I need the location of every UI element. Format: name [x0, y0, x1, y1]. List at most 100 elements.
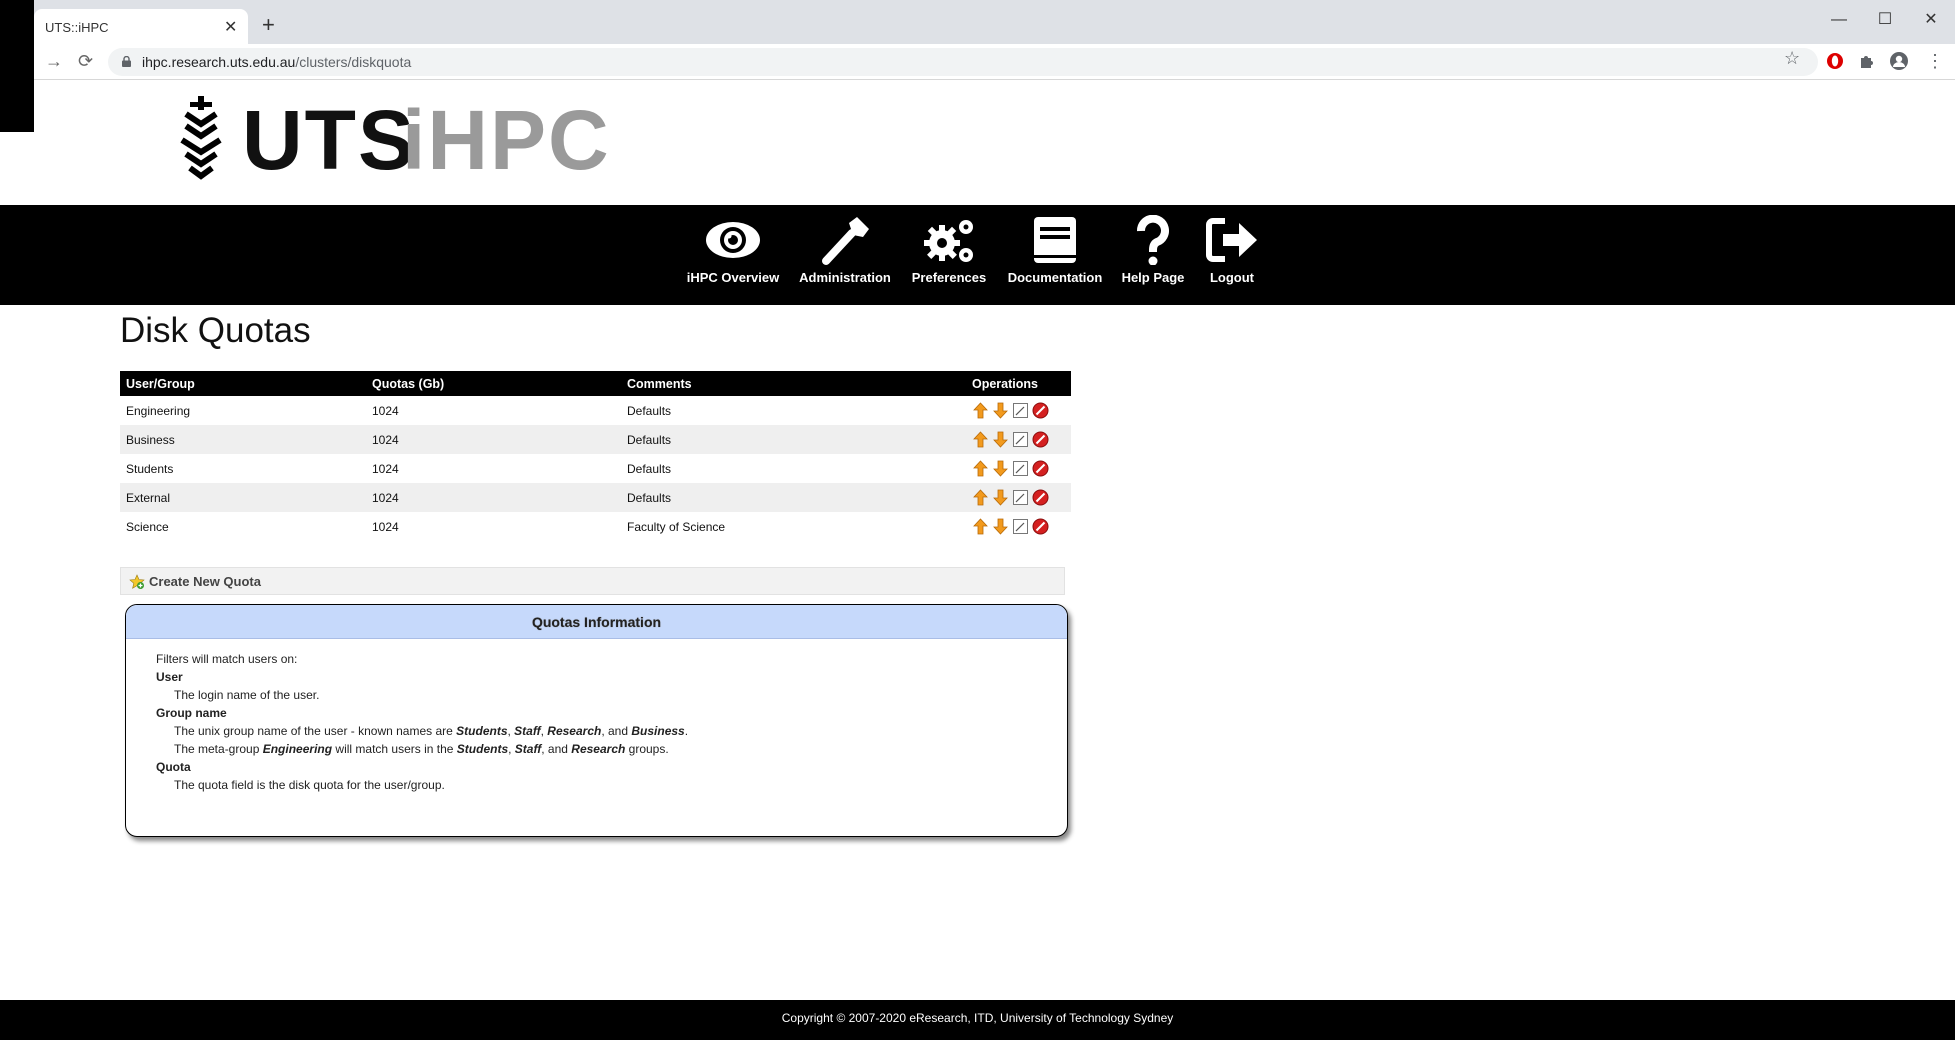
- table-row: Business 1024 Defaults: [120, 425, 1071, 454]
- black-overlay-corner: [0, 0, 34, 132]
- reload-icon[interactable]: ⟳: [78, 50, 93, 72]
- nav-ihpc-overview[interactable]: iHPC Overview: [685, 215, 781, 285]
- move-up-icon[interactable]: [972, 518, 989, 535]
- info-def-quota: The quota field is the disk quota for th…: [174, 778, 445, 792]
- logo-uts-text: UTS: [242, 93, 416, 187]
- delete-icon[interactable]: [1032, 518, 1049, 535]
- table-header-row: User/Group Quotas (Gb) Comments Operatio…: [120, 371, 1071, 396]
- cell-operations: [966, 454, 1071, 483]
- info-panel-title: Quotas Information: [126, 605, 1067, 639]
- bookmark-star-icon[interactable]: ☆: [1784, 48, 1800, 69]
- wrench-icon: [822, 217, 869, 265]
- profile-icon[interactable]: [1889, 51, 1909, 71]
- move-up-icon[interactable]: [972, 460, 989, 477]
- nav-label: Help Page: [1121, 270, 1185, 285]
- cell-operations: [966, 512, 1071, 541]
- move-down-icon[interactable]: [992, 518, 1009, 535]
- nav-label: Logout: [1209, 270, 1255, 285]
- lock-icon: [122, 56, 131, 67]
- cell-comment: Defaults: [621, 425, 966, 454]
- move-up-icon[interactable]: [972, 489, 989, 506]
- cell-operations: [966, 425, 1071, 454]
- edit-icon[interactable]: [1012, 518, 1029, 535]
- table-row: Students 1024 Defaults: [120, 454, 1071, 483]
- cell-quota: 1024: [372, 403, 399, 418]
- minimize-icon[interactable]: —: [1816, 6, 1862, 34]
- new-tab-icon[interactable]: +: [262, 13, 275, 37]
- window-close-icon[interactable]: ✕: [1908, 6, 1954, 34]
- table-row: External 1024 Defaults: [120, 483, 1071, 512]
- nav-documentation[interactable]: Documentation: [1005, 215, 1105, 285]
- edit-icon[interactable]: [1012, 402, 1029, 419]
- extensions-puzzle-icon[interactable]: [1857, 51, 1877, 71]
- move-down-icon[interactable]: [992, 460, 1009, 477]
- nav-logout[interactable]: Logout: [1199, 215, 1265, 285]
- tab-title: UTS::iHPC: [45, 20, 109, 35]
- column-header: User/Group: [120, 371, 366, 396]
- footer: Copyright © 2007-2020 eResearch, ITD, Un…: [0, 1000, 1955, 1040]
- move-down-icon[interactable]: [992, 402, 1009, 419]
- move-down-icon[interactable]: [992, 489, 1009, 506]
- info-panel-body: Filters will match users on: User The lo…: [126, 639, 1067, 794]
- delete-icon[interactable]: [1032, 489, 1049, 506]
- info-term-quota: Quota: [156, 760, 191, 774]
- cell-user-group: Business: [120, 425, 366, 454]
- edit-icon[interactable]: [1012, 431, 1029, 448]
- nav-help-page[interactable]: Help Page: [1117, 215, 1189, 285]
- info-def-group-2: The meta-group Engineering will match us…: [174, 742, 669, 756]
- table-row: Science 1024 Faculty of Science: [120, 512, 1071, 541]
- delete-icon[interactable]: [1032, 460, 1049, 477]
- cell-user-group: Students: [126, 461, 174, 476]
- nav-label: Preferences: [911, 270, 987, 285]
- create-new-quota-link[interactable]: Create New Quota: [149, 574, 261, 589]
- cell-comment: Defaults: [627, 461, 672, 476]
- cell-user-group: External: [120, 483, 366, 512]
- maximize-icon[interactable]: ☐: [1862, 6, 1908, 34]
- close-tab-icon[interactable]: ✕: [224, 18, 237, 38]
- nav-preferences[interactable]: Preferences: [904, 215, 994, 285]
- move-up-icon[interactable]: [972, 431, 989, 448]
- cell-quota: 1024: [366, 425, 621, 454]
- move-down-icon[interactable]: [992, 431, 1009, 448]
- info-term-user: User: [156, 670, 183, 684]
- forward-icon[interactable]: →: [45, 50, 63, 72]
- table-row: Engineering 1024 Defaults: [120, 396, 1071, 425]
- question-icon: [1136, 215, 1169, 265]
- column-header: Quotas (Gb): [366, 371, 621, 396]
- delete-icon[interactable]: [1032, 431, 1049, 448]
- cell-user-group: Engineering: [126, 403, 191, 418]
- quotas-information-panel: Quotas Information Filters will match us…: [125, 604, 1068, 837]
- cell-quota: 1024: [366, 483, 621, 512]
- column-header: Comments: [621, 371, 966, 396]
- opera-extension-icon[interactable]: [1825, 51, 1845, 71]
- url-text: ihpc.research.uts.edu.au/clusters/diskqu…: [142, 54, 412, 70]
- delete-icon[interactable]: [1032, 402, 1049, 419]
- cell-user-group: Science: [126, 519, 169, 534]
- browser-toolbar: → ⟳ ihpc.research.uts.edu.au/clusters/di…: [0, 44, 1955, 80]
- logout-icon: [1206, 218, 1257, 262]
- cell-comment: Defaults: [627, 403, 672, 418]
- uts-crest-icon: [180, 96, 222, 180]
- uts-ihpc-logo[interactable]: UTS iHPC: [176, 92, 609, 187]
- create-quota-bar: Create New Quota: [120, 567, 1065, 595]
- cell-quota: 1024: [372, 519, 399, 534]
- browser-menu-icon[interactable]: ⋮: [1926, 50, 1944, 72]
- edit-icon[interactable]: [1012, 460, 1029, 477]
- quotas-table: User/Group Quotas (Gb) Comments Operatio…: [120, 371, 1071, 541]
- edit-icon[interactable]: [1012, 489, 1029, 506]
- star-add-icon: [129, 574, 145, 589]
- nav-label: Administration: [799, 270, 891, 285]
- nav-administration[interactable]: Administration: [797, 215, 893, 285]
- cell-comment: Defaults: [621, 483, 966, 512]
- book-icon: [1034, 217, 1076, 263]
- address-bar[interactable]: ihpc.research.uts.edu.au/clusters/diskqu…: [108, 48, 1818, 76]
- info-term-group: Group name: [156, 706, 227, 720]
- info-intro: Filters will match users on:: [156, 652, 298, 666]
- page-title: Disk Quotas: [120, 311, 311, 350]
- cell-comment: Faculty of Science: [627, 519, 726, 534]
- move-up-icon[interactable]: [972, 402, 989, 419]
- gears-icon: [924, 220, 973, 262]
- info-def-user: The login name of the user.: [174, 688, 320, 702]
- info-def-group-1: The unix group name of the user - known …: [174, 724, 689, 738]
- nav-label: iHPC Overview: [686, 270, 780, 285]
